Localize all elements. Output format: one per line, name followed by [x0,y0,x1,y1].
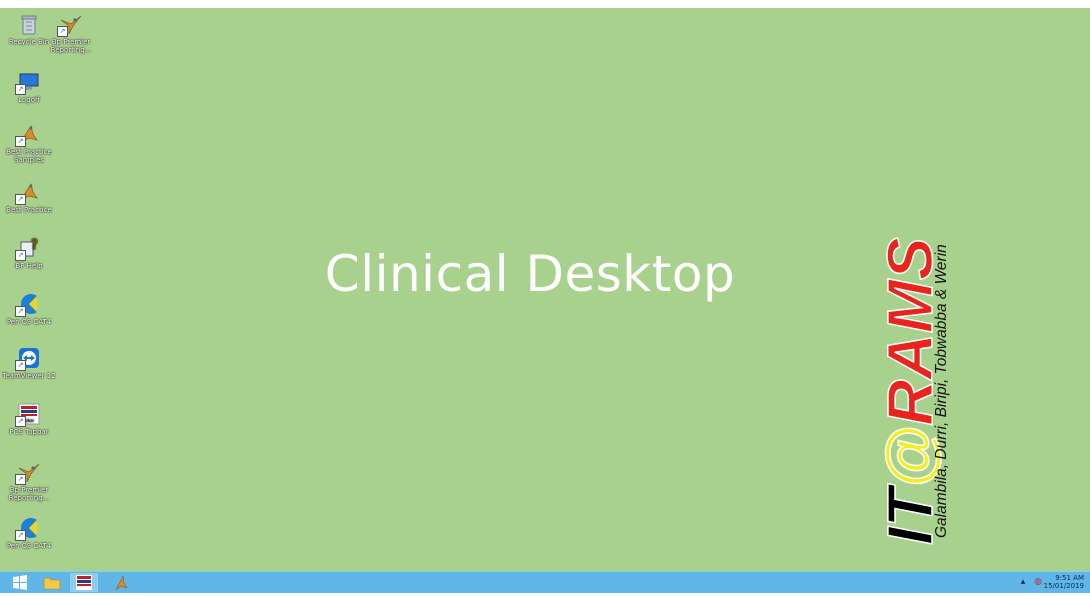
pen-cs-cat4-label-2: Pen CS CAT4 [6,542,52,550]
teamviewer-label: TeamViewer 12 [2,372,56,380]
best-practice-taskbar-button[interactable] [108,573,136,592]
clock[interactable]: 9:51 AM 15/01/2019 [1044,574,1084,590]
taskbar: ▴ ◍ 9:51 AM 15/01/2019 [0,571,1090,593]
shortcut-arrow-icon: ↗ [15,306,26,317]
svg-text:pbar: pbar [25,418,35,423]
folder-icon [43,577,61,590]
pcs-topbar-label: PCS Topbar [9,428,49,436]
best-practice-shortcut[interactable]: ↗ Best Practice [0,180,58,214]
recycle-bin-icon [17,12,41,36]
bp-premier-reporting-shortcut-1[interactable]: ↗ Bp Premier Reporting... [42,12,100,54]
monitor-logoff-icon: ↗ [15,70,41,95]
pen-cs-cat4-icon: ↗ [15,292,41,317]
logo-tagline: Galambila, Durri, Biripi, Tobwabba & Wer… [933,244,950,538]
pen-cs-cat4-icon: ↗ [15,516,41,541]
pcs-topbar-taskbar-button[interactable] [70,573,98,592]
logoff-shortcut[interactable]: ↗ Logoff [0,70,58,104]
shortcut-arrow-icon: ↗ [15,194,26,205]
pcs-topbar-icon [76,575,92,590]
logoff-label: Logoff [18,96,40,104]
shortcut-arrow-icon: ↗ [15,530,26,541]
bird-icon: ↗ [15,122,41,147]
top-border [0,0,1090,8]
file-explorer-button[interactable] [38,573,66,592]
bp-premier-reporting-label: Bp Premier Reporting... [50,38,92,54]
bird-icon [115,575,128,591]
show-hidden-icons-icon[interactable]: ▴ [1021,577,1026,587]
shortcut-arrow-icon: ↗ [15,360,26,371]
bird-icon: ↗ [57,12,83,37]
pen-cs-cat4-shortcut-1[interactable]: ↗ Pen CS CAT4 [0,292,58,326]
pen-cs-cat4-shortcut-2[interactable]: ↗ Pen CS CAT4 [0,516,58,550]
best-practice-samples-label: Best Practice Samples [6,148,52,164]
teamviewer-shortcut[interactable]: ↗ TeamViewer 12 [0,346,58,380]
clock-time: 9:51 AM [1055,574,1084,582]
pcs-topbar-icon: pbar ↗ [15,402,41,427]
itrams-logo: IT@RAMS Galambila, Durri, Biripi, Tobwab… [860,40,950,550]
bp-help-label: BP Help [15,262,43,270]
best-practice-label: Best Practice [6,206,52,214]
pen-cs-cat4-label: Pen CS CAT4 [6,318,52,326]
best-practice-samples-shortcut[interactable]: ↗ Best Practice Samples [0,122,58,164]
shortcut-arrow-icon: ↗ [15,474,26,485]
desktop-background: Recycle Bin ↗ Bp Premier Reporting... ↗ … [0,0,1090,571]
system-tray-icons[interactable]: ▴ ◍ [1021,577,1042,587]
teamviewer-icon: ↗ [15,346,41,371]
start-button[interactable] [6,573,34,592]
network-icon[interactable]: ◍ [1034,577,1042,587]
help-question-icon: ? ↗ [15,236,41,261]
pcs-topbar-shortcut[interactable]: pbar ↗ PCS Topbar [0,402,58,436]
shortcut-arrow-icon: ↗ [15,136,26,147]
desktop-title: Clinical Desktop [324,245,736,303]
svg-text:?: ? [31,238,38,253]
windows-logo-icon [13,575,27,590]
shortcut-arrow-icon: ↗ [57,26,68,37]
bird-icon: ↗ [15,180,41,205]
clock-date: 15/01/2019 [1043,582,1084,590]
shortcut-arrow-icon: ↗ [15,250,26,261]
bp-premier-reporting-shortcut-2[interactable]: ↗ Bp Premier Reporting... [0,460,58,502]
bp-help-shortcut[interactable]: ? ↗ BP Help [0,236,58,270]
shortcut-arrow-icon: ↗ [15,84,26,95]
shortcut-arrow-icon: ↗ [15,416,26,427]
bird-icon: ↗ [15,460,41,485]
bp-premier-reporting-label-2: Bp Premier Reporting... [8,486,50,502]
